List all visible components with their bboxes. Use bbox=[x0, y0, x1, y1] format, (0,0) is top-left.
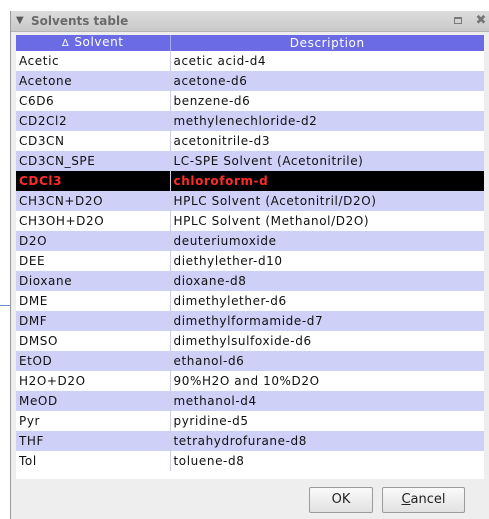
table-body: Acetic acetic acid-d4 Acetone acetone-d6 C6D… bbox=[16, 51, 484, 471]
description-cell[interactable]: toluene-d8 bbox=[169, 451, 484, 471]
description-cell[interactable]: diethylether-d10 bbox=[169, 251, 484, 271]
cancel-label-rest: ancel bbox=[410, 492, 446, 507]
button-bar: OK Cancel bbox=[11, 481, 489, 519]
table-row[interactable]: Pyr pyridine-d5 bbox=[16, 411, 484, 431]
solvent-cell[interactable]: Tol bbox=[16, 451, 170, 471]
cancel-button[interactable]: Cancel bbox=[382, 487, 465, 513]
description-cell[interactable]: pyridine-d5 bbox=[169, 411, 484, 431]
description-cell[interactable]: dimethylether-d6 bbox=[169, 291, 484, 311]
description-cell[interactable]: 90%H2O and 10%D2O bbox=[169, 371, 484, 391]
window-title: Solvents table bbox=[31, 14, 129, 28]
table-row[interactable]: THF tetrahydrofurane-d8 bbox=[16, 431, 484, 451]
table-row[interactable]: EtOD ethanol-d6 bbox=[16, 351, 484, 371]
cancel-mnemonic: C bbox=[401, 492, 411, 507]
description-cell[interactable]: acetic acid-d4 bbox=[169, 51, 484, 71]
table-row[interactable]: CD3CN_SPE LC-SPE Solvent (Acetonitrile) bbox=[16, 151, 484, 171]
table-row[interactable]: CH3OH+D2O HPLC Solvent (Methanol/D2O) bbox=[16, 211, 484, 231]
table-row[interactable]: Acetic acetic acid-d4 bbox=[16, 51, 484, 71]
solvent-cell[interactable]: CH3OH+D2O bbox=[16, 211, 170, 231]
solvents-dialog: ▼ Solvents table ✖ Δ Solvent Description … bbox=[10, 11, 489, 519]
table-row[interactable]: CD2Cl2 methylenechloride-d2 bbox=[16, 111, 484, 131]
description-cell[interactable]: chloroform-d bbox=[169, 171, 484, 191]
solvent-cell[interactable]: EtOD bbox=[16, 351, 170, 371]
left-edge-marker bbox=[0, 305, 10, 306]
column-header-solvent-label: Solvent bbox=[74, 35, 124, 49]
table-row[interactable]: DMF dimethylformamide-d7 bbox=[16, 311, 484, 331]
table-row[interactable]: DME dimethylether-d6 bbox=[16, 291, 484, 311]
table-row[interactable]: CH3CN+D2O HPLC Solvent (Acetonitril/D2O) bbox=[16, 191, 484, 211]
table-row[interactable]: CD3CN acetonitrile-d3 bbox=[16, 131, 484, 151]
solvent-cell[interactable]: H2O+D2O bbox=[16, 371, 170, 391]
description-cell[interactable]: ethanol-d6 bbox=[169, 351, 484, 371]
solvent-cell[interactable]: CH3CN+D2O bbox=[16, 191, 170, 211]
solvent-cell[interactable]: DEE bbox=[16, 251, 170, 271]
solvent-cell[interactable]: Pyr bbox=[16, 411, 170, 431]
solvent-cell[interactable]: Dioxane bbox=[16, 271, 170, 291]
solvent-cell[interactable]: DMF bbox=[16, 311, 170, 331]
table-row[interactable]: D2O deuteriumoxide bbox=[16, 231, 484, 251]
table-row[interactable]: Dioxane dioxane-d8 bbox=[16, 271, 484, 291]
description-cell[interactable]: methanol-d4 bbox=[169, 391, 484, 411]
description-cell[interactable]: deuteriumoxide bbox=[169, 231, 484, 251]
solvent-cell[interactable]: CDCl3 bbox=[16, 171, 170, 191]
description-cell[interactable]: tetrahydrofurane-d8 bbox=[169, 431, 484, 451]
description-cell[interactable]: acetonitrile-d3 bbox=[169, 131, 484, 151]
description-cell[interactable]: dioxane-d8 bbox=[169, 271, 484, 291]
column-header-description-label: Description bbox=[289, 35, 365, 50]
solvent-cell[interactable]: DME bbox=[16, 291, 170, 311]
description-cell[interactable]: benzene-d6 bbox=[169, 91, 484, 111]
table-row-selected[interactable]: CDCl3 chloroform-d bbox=[16, 171, 484, 191]
solvent-cell[interactable]: DMSO bbox=[16, 331, 170, 351]
description-cell[interactable]: HPLC Solvent (Methanol/D2O) bbox=[169, 211, 484, 231]
description-cell[interactable]: methylenechloride-d2 bbox=[169, 111, 484, 131]
solvent-cell[interactable]: D2O bbox=[16, 231, 170, 251]
table-row[interactable]: DMSO dimethylsulfoxide-d6 bbox=[16, 331, 484, 351]
solvent-cell[interactable]: Acetic bbox=[16, 51, 170, 71]
sort-ascending-icon: Δ bbox=[61, 38, 70, 49]
table-row[interactable]: C6D6 benzene-d6 bbox=[16, 91, 484, 111]
description-cell[interactable]: acetone-d6 bbox=[169, 71, 484, 91]
table-row[interactable]: MeOD methanol-d4 bbox=[16, 391, 484, 411]
close-icon[interactable]: ✖ bbox=[474, 14, 488, 28]
description-cell[interactable]: HPLC Solvent (Acetonitril/D2O) bbox=[169, 191, 484, 211]
table-row[interactable]: H2O+D2O 90%H2O and 10%D2O bbox=[16, 371, 484, 391]
solvent-cell[interactable]: CD3CN bbox=[16, 131, 170, 151]
description-cell[interactable]: dimethylformamide-d7 bbox=[169, 311, 484, 331]
table-row[interactable]: Tol toluene-d8 bbox=[16, 451, 484, 471]
table-row[interactable]: DEE diethylether-d10 bbox=[16, 251, 484, 271]
column-header-solvent[interactable]: Δ Solvent bbox=[16, 35, 170, 51]
table-header-row: Δ Solvent Description bbox=[16, 35, 484, 51]
solvent-cell[interactable]: CD2Cl2 bbox=[16, 111, 170, 131]
column-header-description[interactable]: Description bbox=[169, 35, 484, 51]
ok-button[interactable]: OK bbox=[309, 487, 373, 513]
description-cell[interactable]: dimethylsulfoxide-d6 bbox=[169, 331, 484, 351]
description-cell[interactable]: LC-SPE Solvent (Acetonitrile) bbox=[169, 151, 484, 171]
solvent-cell[interactable]: Acetone bbox=[16, 71, 170, 91]
solvents-table: Δ Solvent Description Acetic acetic acid-d… bbox=[16, 35, 484, 471]
solvent-cell[interactable]: CD3CN_SPE bbox=[16, 151, 170, 171]
table-row[interactable]: Acetone acetone-d6 bbox=[16, 71, 484, 91]
title-bar[interactable]: ▼ Solvents table ✖ bbox=[11, 11, 489, 32]
collapse-chevron-icon[interactable]: ▼ bbox=[16, 14, 28, 28]
solvents-table-container: Δ Solvent Description Acetic acetic acid-d… bbox=[16, 35, 484, 479]
solvent-cell[interactable]: C6D6 bbox=[16, 91, 170, 111]
restore-icon[interactable] bbox=[452, 14, 466, 28]
solvent-cell[interactable]: THF bbox=[16, 431, 170, 451]
solvent-cell[interactable]: MeOD bbox=[16, 391, 170, 411]
